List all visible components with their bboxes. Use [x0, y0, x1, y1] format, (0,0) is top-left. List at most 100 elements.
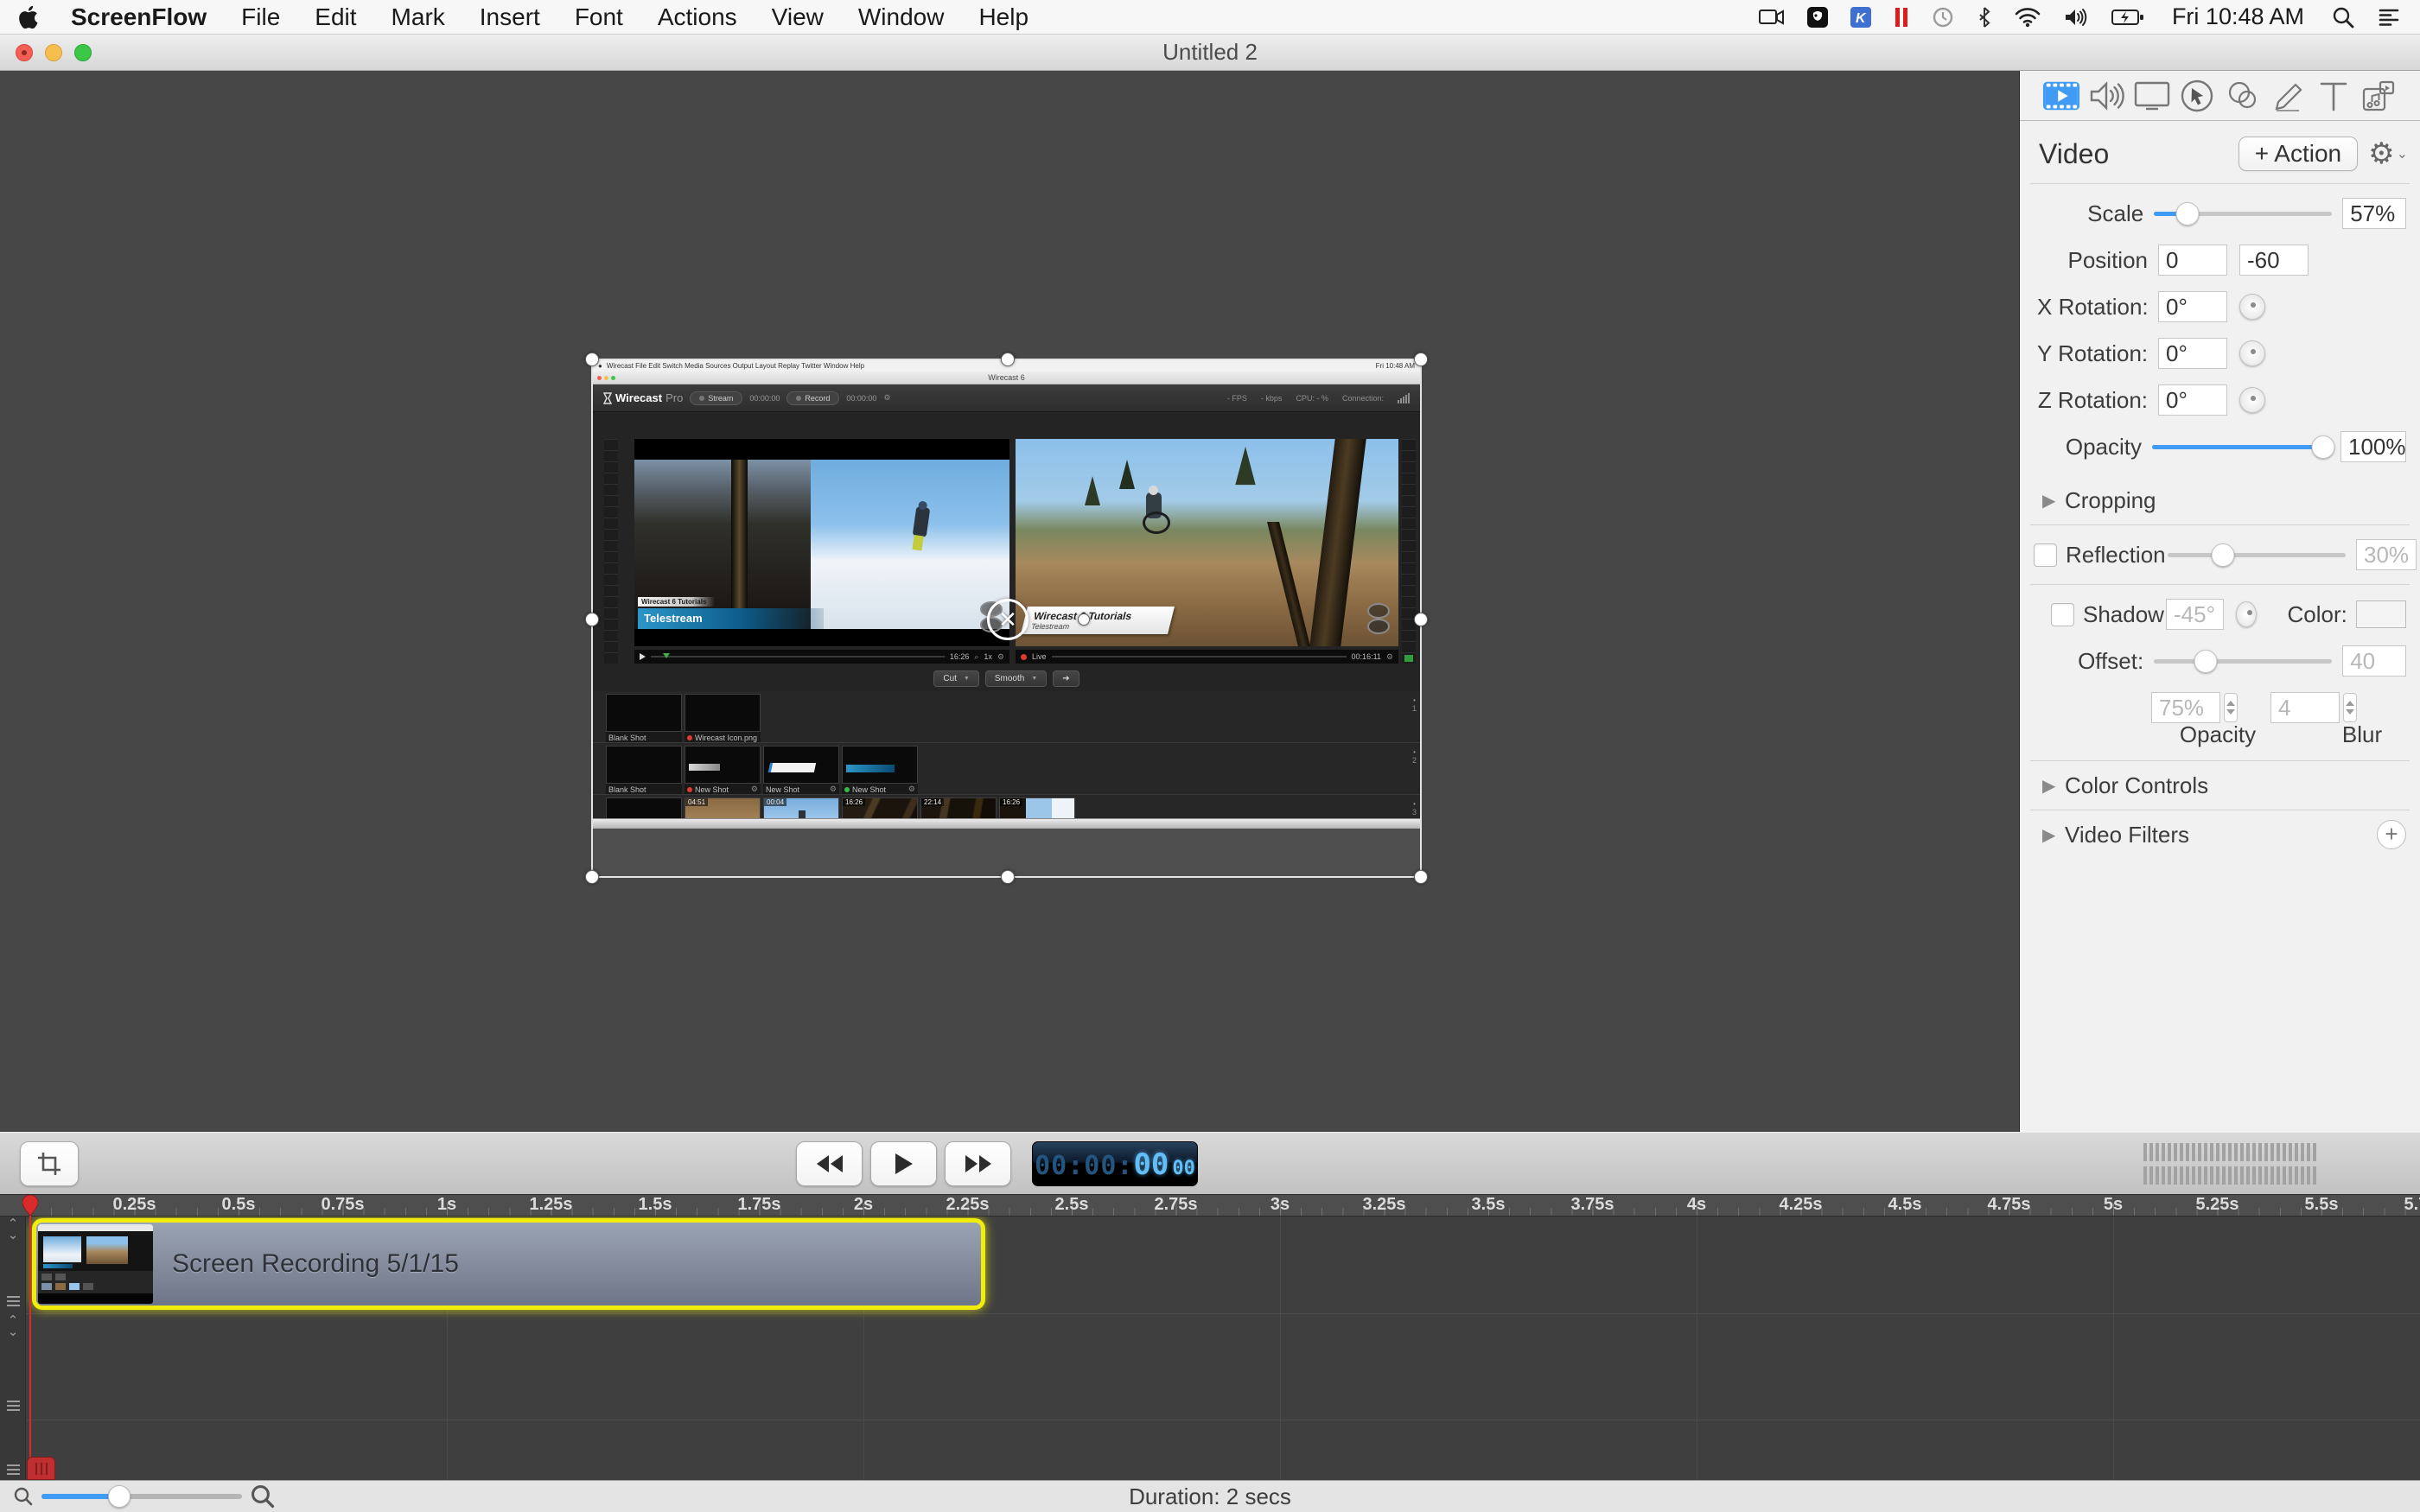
- bluetooth-icon[interactable]: [1977, 6, 1992, 29]
- z-rotation-field[interactable]: 0°: [2158, 384, 2227, 416]
- video-filters-disclosure-icon[interactable]: ▶: [2042, 824, 2065, 846]
- zoom-button[interactable]: [74, 44, 92, 61]
- zoom-in-icon[interactable]: [251, 1484, 275, 1509]
- playhead-line[interactable]: [29, 1195, 31, 1480]
- menubar-app-name[interactable]: ScreenFlow: [71, 3, 207, 31]
- track3-options-icon[interactable]: [7, 1464, 20, 1475]
- color-controls-label[interactable]: Color Controls: [2065, 772, 2208, 799]
- reflection-slider[interactable]: [2168, 537, 2346, 572]
- handle-top-center[interactable]: [1001, 353, 1015, 366]
- timeline-tracks[interactable]: ⌃ ⌄ ⌃ ⌄ Screen R: [0, 1217, 2420, 1480]
- y-rotation-dial[interactable]: [2239, 340, 2265, 366]
- timeline-zoom-slider[interactable]: [41, 1494, 242, 1499]
- apple-menu-icon[interactable]: [19, 6, 38, 29]
- handle-bottom-right[interactable]: [1414, 870, 1428, 884]
- panel-gear-menu[interactable]: ⚙⌄: [2368, 137, 2408, 171]
- playhead-marker[interactable]: [22, 1195, 38, 1216]
- fast-forward-button[interactable]: [945, 1141, 1011, 1186]
- opacity-value-field[interactable]: 100%: [2340, 431, 2406, 462]
- tab-annotations[interactable]: [2269, 79, 2307, 113]
- tab-color[interactable]: [2224, 79, 2262, 113]
- tab-cursor[interactable]: [2178, 79, 2216, 113]
- shadow-angle-field[interactable]: -45°: [2166, 599, 2224, 630]
- center-anchor-button[interactable]: ✕: [987, 599, 1028, 640]
- selected-screen-recording-element[interactable]: ● Wirecast File Edit Switch Media Source…: [591, 359, 1422, 878]
- add-video-filter-button[interactable]: +: [2377, 820, 2406, 849]
- pause-indicator-icon[interactable]: [1894, 6, 1909, 29]
- menubar-item-view[interactable]: View: [772, 3, 824, 31]
- menubar-item-mark[interactable]: Mark: [392, 3, 445, 31]
- handle-bottom-center[interactable]: [1001, 870, 1015, 884]
- menubar-item-actions[interactable]: Actions: [658, 3, 737, 31]
- offset-slider[interactable]: [2154, 644, 2332, 678]
- cropping-disclosure-icon[interactable]: ▶: [2042, 490, 2065, 511]
- menubar-item-file[interactable]: File: [241, 3, 280, 31]
- reflection-value-field[interactable]: 30%: [2356, 539, 2417, 570]
- cropping-label[interactable]: Cropping: [2065, 487, 2156, 514]
- handle-bottom-left[interactable]: [585, 870, 599, 884]
- anchor-point-handle[interactable]: [1078, 613, 1090, 626]
- track2-header[interactable]: ⌃ ⌄: [0, 1315, 26, 1418]
- rewind-button[interactable]: [796, 1141, 863, 1186]
- shadow-blur-field[interactable]: 4: [2270, 692, 2340, 723]
- x-rotation-dial[interactable]: [2239, 294, 2265, 320]
- track3-header[interactable]: [0, 1421, 26, 1480]
- track1-down-icon[interactable]: ⌄: [8, 1229, 19, 1241]
- x-rotation-field[interactable]: 0°: [2158, 291, 2227, 322]
- shadow-angle-dial[interactable]: [2236, 601, 2257, 627]
- minimize-button[interactable]: [45, 44, 62, 61]
- close-button[interactable]: [16, 44, 33, 61]
- handle-top-right[interactable]: [1414, 353, 1428, 366]
- offset-value-field[interactable]: 40: [2342, 645, 2406, 677]
- wifi-icon[interactable]: [2015, 7, 2041, 28]
- shadow-opacity-field[interactable]: 75%: [2151, 692, 2220, 723]
- video-filters-label[interactable]: Video Filters: [2065, 822, 2189, 848]
- menubar-item-help[interactable]: Help: [978, 3, 1028, 31]
- menubar-item-insert[interactable]: Insert: [480, 3, 540, 31]
- volume-icon[interactable]: [2063, 7, 2089, 28]
- handle-top-left[interactable]: [585, 353, 599, 366]
- shadow-blur-stepper[interactable]: [2343, 693, 2357, 722]
- y-rotation-field[interactable]: 0°: [2158, 338, 2227, 369]
- position-y-field[interactable]: -60: [2239, 245, 2309, 276]
- menubar-item-font[interactable]: Font: [575, 3, 623, 31]
- evernote-icon[interactable]: [1807, 7, 1828, 28]
- tab-text[interactable]: [2315, 79, 2353, 113]
- battery-icon[interactable]: [2111, 9, 2144, 26]
- tab-screen[interactable]: [2133, 79, 2171, 113]
- menubar-item-window[interactable]: Window: [858, 3, 945, 31]
- shadow-color-well[interactable]: [2356, 600, 2406, 628]
- playhead-grip[interactable]: [27, 1457, 55, 1480]
- scale-value-field[interactable]: 57%: [2342, 198, 2406, 229]
- track1-header[interactable]: ⌃ ⌄: [0, 1218, 26, 1313]
- display-camera-icon[interactable]: [1759, 8, 1785, 27]
- timeline-ruler[interactable]: 0.25s0.5s0.75s1s1.25s1.5s1.75s2s2.25s2.5…: [0, 1195, 2420, 1217]
- track1-options-icon[interactable]: [7, 1296, 20, 1306]
- editing-canvas[interactable]: ● Wirecast File Edit Switch Media Source…: [0, 71, 2019, 1132]
- tab-video[interactable]: [2042, 79, 2080, 113]
- menubar-item-edit[interactable]: Edit: [315, 3, 356, 31]
- tab-media-library[interactable]: [2360, 79, 2398, 113]
- play-button[interactable]: [870, 1141, 937, 1186]
- spotlight-icon[interactable]: [2332, 6, 2354, 29]
- shadow-opacity-stepper[interactable]: [2224, 693, 2238, 722]
- z-rotation-dial[interactable]: [2239, 387, 2265, 413]
- shadow-checkbox[interactable]: [2051, 603, 2074, 626]
- opacity-slider[interactable]: [2152, 429, 2330, 464]
- timeline-clip[interactable]: Screen Recording 5/1/15: [32, 1218, 985, 1310]
- scale-slider[interactable]: [2154, 196, 2332, 231]
- add-action-button[interactable]: + Action: [2238, 137, 2358, 171]
- zoom-out-icon[interactable]: [14, 1487, 33, 1506]
- position-x-field[interactable]: 0: [2158, 245, 2227, 276]
- reflection-checkbox[interactable]: [2034, 543, 2057, 567]
- keyboard-maestro-icon[interactable]: K: [1850, 7, 1871, 28]
- handle-middle-left[interactable]: [585, 613, 599, 626]
- tab-audio[interactable]: [2087, 79, 2125, 113]
- time-machine-icon[interactable]: [1932, 6, 1954, 29]
- notification-center-icon[interactable]: [2377, 8, 2401, 27]
- menubar-clock[interactable]: Fri 10:48 AM: [2172, 3, 2304, 30]
- handle-middle-right[interactable]: [1414, 613, 1428, 626]
- track2-down-icon[interactable]: ⌄: [8, 1326, 19, 1337]
- track2-options-icon[interactable]: [7, 1401, 20, 1411]
- color-controls-disclosure-icon[interactable]: ▶: [2042, 775, 2065, 797]
